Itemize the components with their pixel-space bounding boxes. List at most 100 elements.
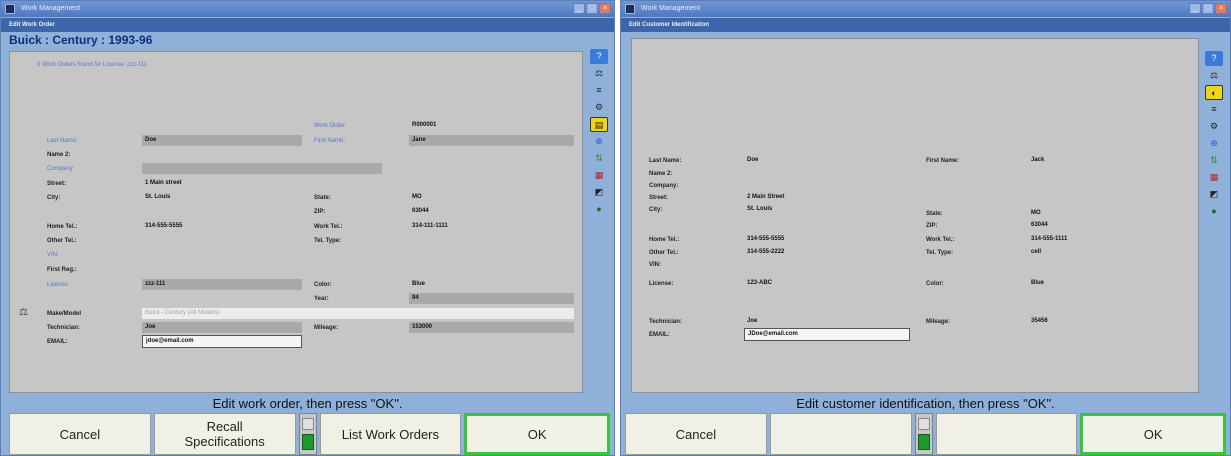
toggle-off-segment bbox=[917, 418, 930, 430]
close-button[interactable]: × bbox=[599, 3, 611, 14]
state-field[interactable]: MO bbox=[409, 192, 489, 203]
work-tel-field[interactable]: 314-555-1111 bbox=[1028, 234, 1178, 245]
ok-button[interactable]: OK bbox=[1080, 413, 1226, 455]
customer-icon[interactable]: ◐ bbox=[1205, 85, 1223, 100]
color-field[interactable]: Blue bbox=[1028, 278, 1178, 289]
sensor-icon[interactable]: ⊕ bbox=[590, 134, 608, 149]
city-label: City: bbox=[47, 195, 61, 201]
side-toolbar: ? ⚖ ◐ ≡ ⚙ ⊕ ⇅ ▦ ◩ ● bbox=[1202, 51, 1226, 221]
minimize-button[interactable]: _ bbox=[573, 3, 585, 14]
minimize-button[interactable]: _ bbox=[1189, 3, 1201, 14]
email-field[interactable]: jdoe@email.com bbox=[142, 335, 302, 348]
recall-label-line2: Specifications bbox=[184, 434, 265, 449]
city-field[interactable]: St. Louis bbox=[142, 192, 302, 203]
maximize-button[interactable]: □ bbox=[1202, 3, 1214, 14]
zip-field[interactable]: 63044 bbox=[409, 206, 489, 217]
first-name-label: First Name: bbox=[314, 138, 346, 144]
cancel-button[interactable]: Cancel bbox=[9, 413, 151, 455]
maximize-button[interactable]: □ bbox=[586, 3, 598, 14]
state-field[interactable]: MO bbox=[1028, 208, 1108, 219]
specs-icon[interactable]: ≡ bbox=[590, 83, 608, 98]
other-tel-field[interactable] bbox=[142, 235, 302, 246]
toggle-switch[interactable] bbox=[914, 413, 933, 455]
globe-icon[interactable]: ● bbox=[590, 202, 608, 217]
function-key-bar: Cancel Recall Specifications List Work O… bbox=[9, 413, 610, 455]
ok-button[interactable]: OK bbox=[464, 413, 610, 455]
mileage-field[interactable]: 153000 bbox=[409, 322, 574, 333]
first-name-field[interactable]: Jane bbox=[409, 135, 574, 146]
street-field[interactable]: 1 Main street bbox=[142, 178, 302, 189]
customer-identification-window: Work Management _ □ × Edit Customer Iden… bbox=[620, 0, 1231, 456]
adjust-icon[interactable]: ⇅ bbox=[590, 151, 608, 166]
work-order-value: R000001 bbox=[412, 122, 437, 128]
street-field[interactable]: 2 Main Street bbox=[744, 192, 904, 203]
last-name-field[interactable]: Doe bbox=[744, 155, 904, 166]
license-field[interactable]: zzz-111 bbox=[142, 279, 302, 290]
color-field[interactable]: Blue bbox=[409, 279, 574, 290]
window-title: Work Management bbox=[641, 5, 701, 12]
help-icon[interactable]: ? bbox=[1205, 51, 1223, 66]
first-reg-label: First Reg.: bbox=[47, 267, 77, 273]
tel-type-field[interactable] bbox=[409, 235, 574, 246]
list-work-orders-button[interactable]: List Work Orders bbox=[319, 413, 462, 455]
other-tel-field[interactable]: 314-555-2222 bbox=[744, 247, 904, 258]
license-label: License: bbox=[47, 282, 70, 288]
vehicle-select-icon[interactable]: ⚖ bbox=[19, 307, 28, 318]
print-icon[interactable]: ▦ bbox=[590, 168, 608, 183]
close-button[interactable]: × bbox=[1215, 3, 1227, 14]
home-tel-label: Home Tel.: bbox=[47, 224, 78, 230]
year-field[interactable]: 94 bbox=[409, 293, 574, 304]
app-icon bbox=[5, 4, 15, 14]
instruction-prompt: Edit customer identification, then press… bbox=[796, 396, 1055, 411]
toggle-switch[interactable] bbox=[298, 413, 317, 455]
work-order-window: Work Management _ □ × Edit Work Order Bu… bbox=[0, 0, 615, 456]
report-icon[interactable]: ▤ bbox=[590, 117, 608, 132]
company-label: Company: bbox=[47, 166, 75, 172]
name2-field[interactable] bbox=[142, 149, 302, 160]
state-label: State: bbox=[926, 211, 943, 217]
tire-icon[interactable]: ⚙ bbox=[590, 100, 608, 115]
street-label: Street: bbox=[649, 195, 669, 201]
diskette-icon[interactable]: ◩ bbox=[1205, 187, 1223, 202]
home-tel-label: Home Tel.: bbox=[649, 237, 680, 243]
company-label: Company: bbox=[649, 183, 679, 189]
make-model-label: Make/Model bbox=[47, 311, 82, 317]
cancel-button[interactable]: Cancel bbox=[625, 413, 767, 455]
zip-field[interactable]: 63044 bbox=[1028, 220, 1108, 231]
tel-type-field[interactable]: cell bbox=[1028, 247, 1178, 258]
make-model-field[interactable]: Buick - Century (All Models) bbox=[142, 308, 574, 319]
print-icon[interactable]: ▦ bbox=[1205, 170, 1223, 185]
first-reg-field[interactable] bbox=[142, 264, 302, 275]
tire-icon[interactable]: ⚙ bbox=[1205, 119, 1223, 134]
other-tel-label: Other Tel.: bbox=[47, 238, 77, 244]
empty-function-key-2[interactable] bbox=[769, 413, 912, 455]
sensor-icon[interactable]: ⊕ bbox=[1205, 136, 1223, 151]
globe-icon[interactable]: ● bbox=[1205, 204, 1223, 219]
home-tel-field[interactable]: 314-555-5555 bbox=[744, 234, 904, 245]
empty-function-key-3[interactable] bbox=[935, 413, 1078, 455]
mileage-field[interactable]: 35456 bbox=[1028, 316, 1178, 327]
email-field[interactable]: JDoe@email.com bbox=[744, 328, 910, 341]
technician-field[interactable]: Joe bbox=[744, 316, 904, 327]
work-tel-field[interactable]: 314-111-1111 bbox=[409, 221, 574, 232]
company-field[interactable] bbox=[142, 163, 382, 174]
home-tel-field[interactable]: 314-555-5555 bbox=[142, 221, 302, 232]
first-name-field[interactable]: Jack bbox=[1028, 155, 1178, 166]
work-tel-label: Work Tel.: bbox=[926, 237, 955, 243]
toggle-on-segment bbox=[917, 434, 930, 450]
adjust-icon[interactable]: ⇅ bbox=[1205, 153, 1223, 168]
vin-field[interactable] bbox=[142, 249, 382, 260]
last-name-field[interactable]: Doe bbox=[142, 135, 302, 146]
title-bar: Work Management _ □ × bbox=[621, 1, 1230, 17]
technician-field[interactable]: Joe bbox=[142, 322, 302, 333]
state-label: State: bbox=[314, 195, 331, 201]
alignment-icon[interactable]: ⚖ bbox=[590, 66, 608, 81]
diskette-icon[interactable]: ◩ bbox=[590, 185, 608, 200]
specs-icon[interactable]: ≡ bbox=[1205, 102, 1223, 117]
alignment-icon[interactable]: ⚖ bbox=[1205, 68, 1223, 83]
tel-type-label: Tel. Type: bbox=[314, 238, 342, 244]
city-field[interactable]: St. Louis bbox=[744, 204, 904, 215]
help-icon[interactable]: ? bbox=[590, 49, 608, 64]
recall-specifications-button[interactable]: Recall Specifications bbox=[153, 413, 296, 455]
license-field[interactable]: 123-ABC bbox=[744, 278, 904, 289]
